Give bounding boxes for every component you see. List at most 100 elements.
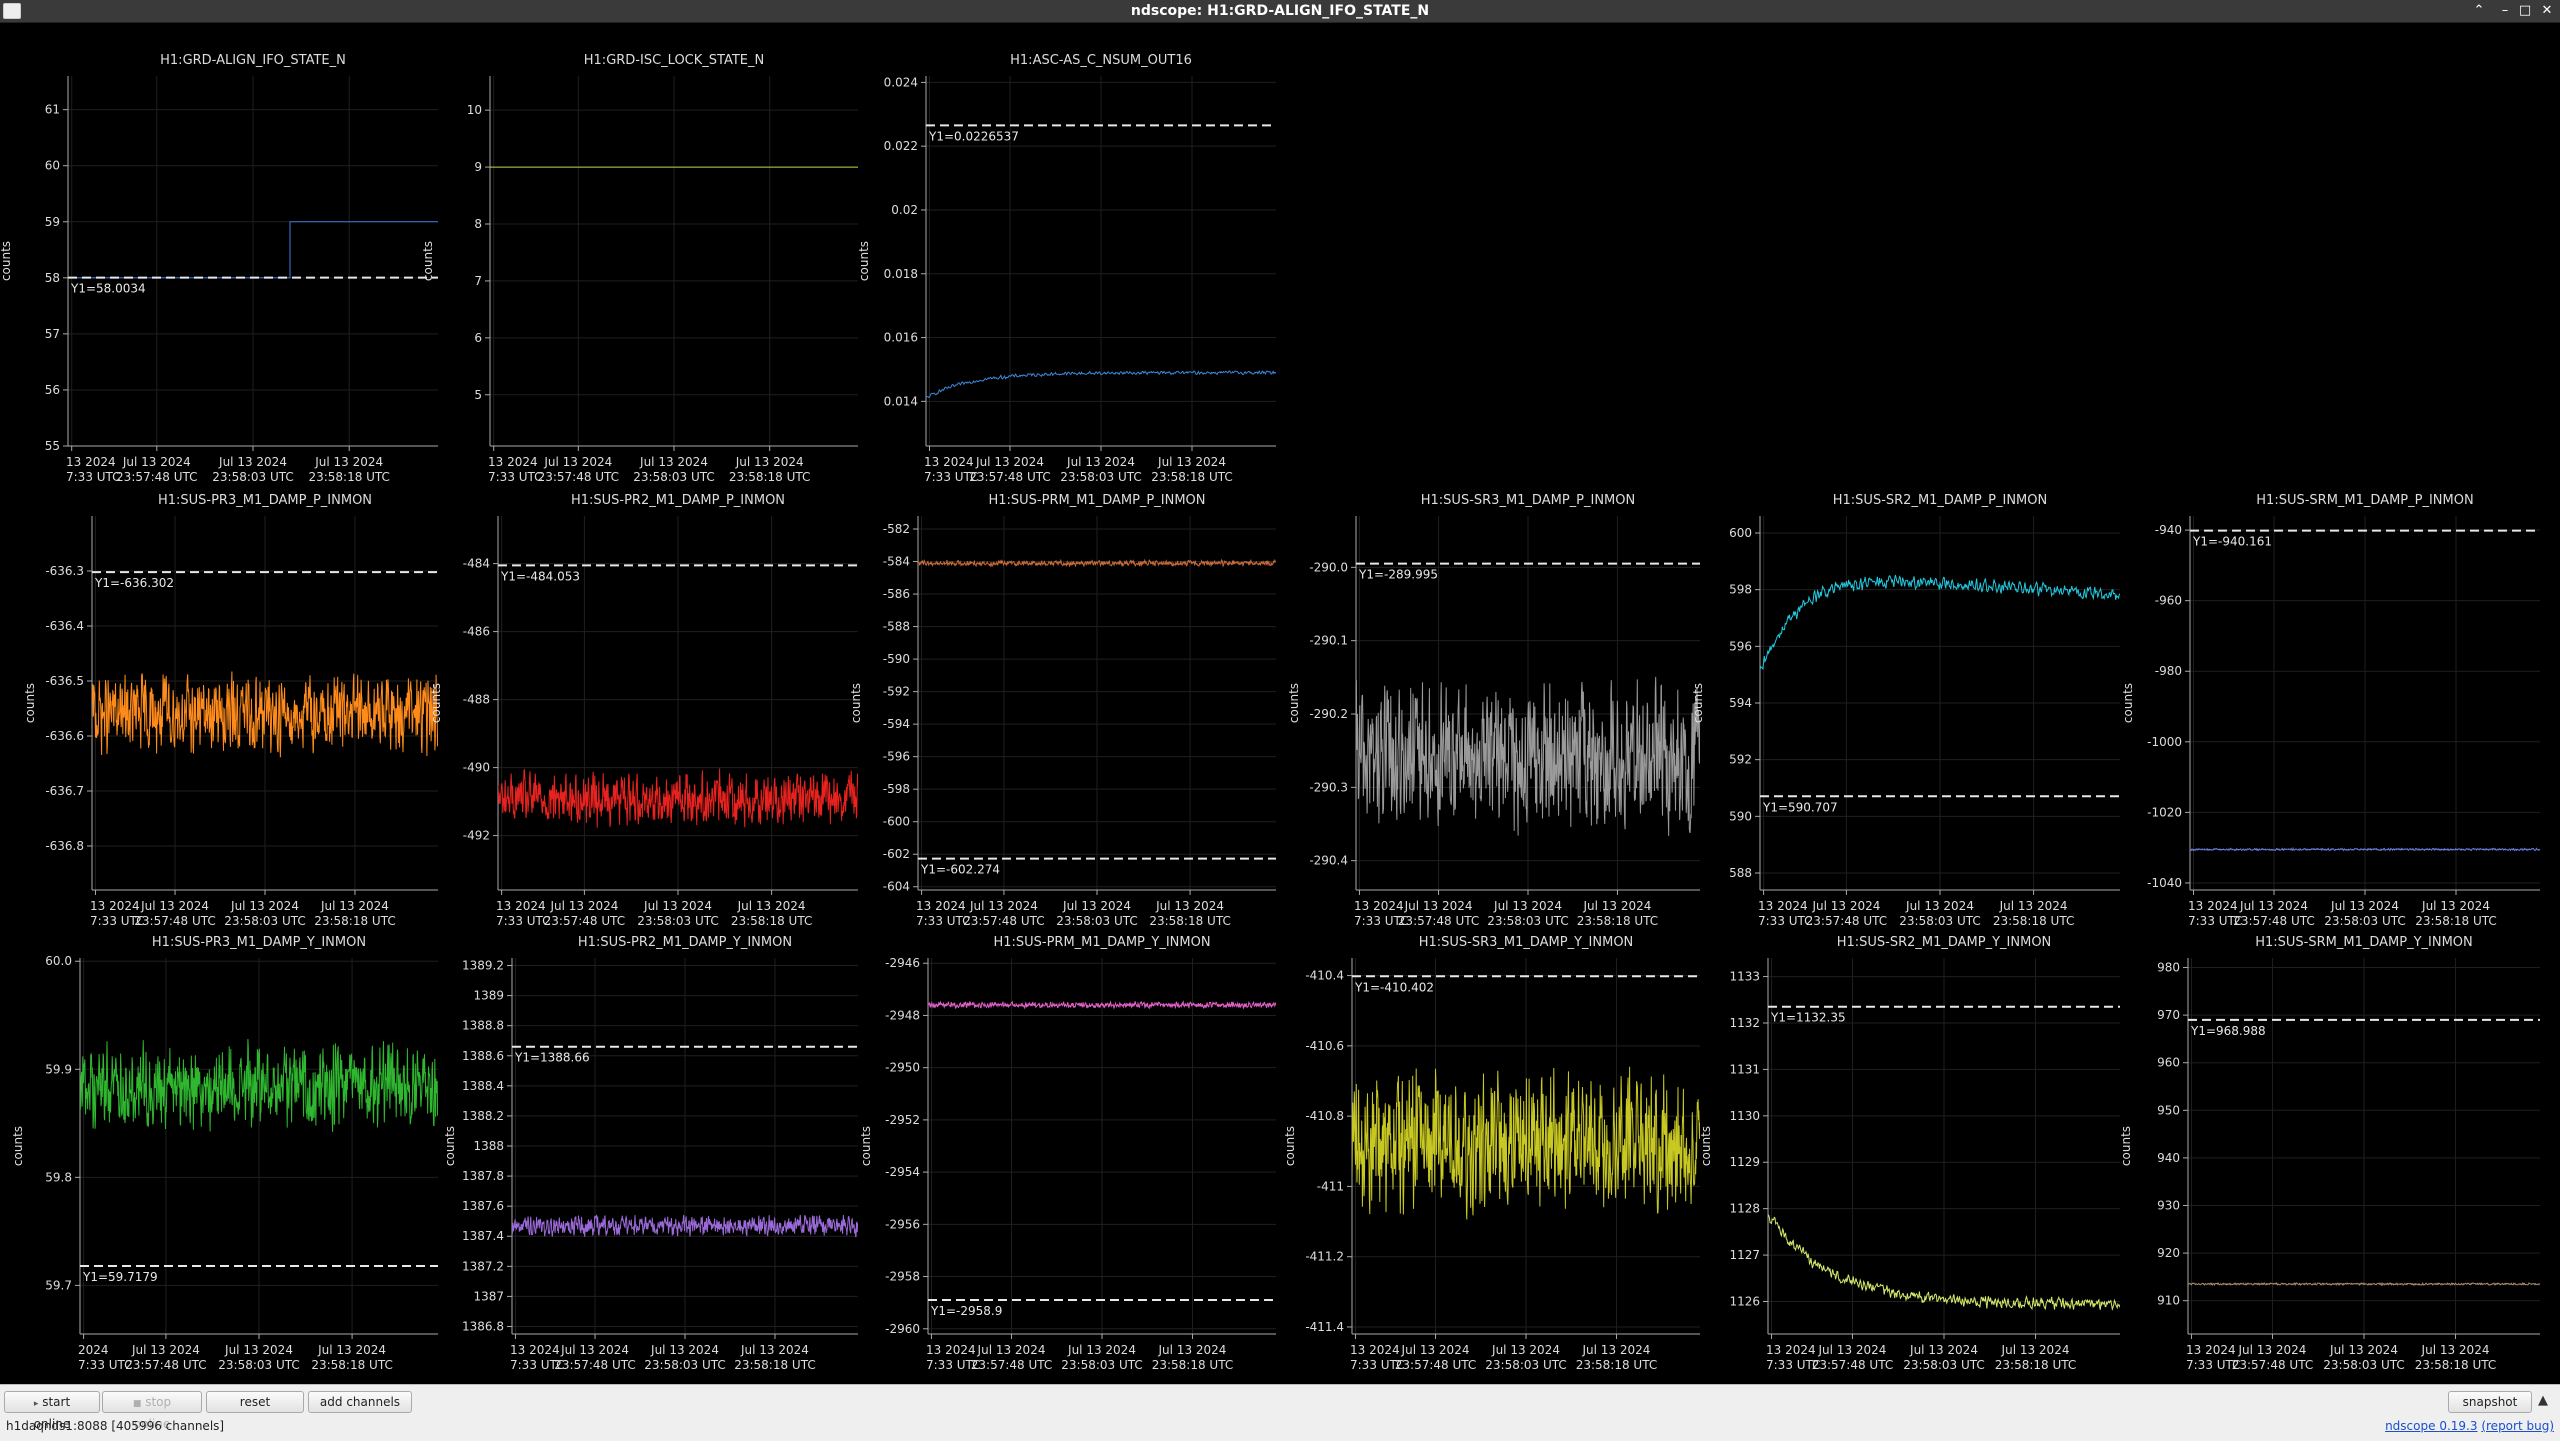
x-tick-label: Jul 13 2024 bbox=[643, 899, 712, 913]
y-tick-label: -602 bbox=[883, 847, 910, 861]
report-bug-link[interactable]: (report bug) bbox=[2481, 1419, 2554, 1433]
x-tick-label-time: 7:33 UTC bbox=[1758, 914, 1813, 928]
plot-13[interactable]: H1:SUS-SR3_M1_DAMP_Y_INMON -411.4 -411.2 -4… bbox=[1283, 935, 1700, 1372]
x-tick-label: 13 2024 bbox=[90, 899, 140, 913]
y-tick-label: 940 bbox=[2157, 1151, 2180, 1165]
plot-2[interactable]: H1:GRD-ISC_LOCK_STATE_N 5 6 7 8 9 10 counts 13 2… bbox=[421, 53, 858, 484]
y-tick-label: -960 bbox=[2155, 594, 2182, 608]
x-tick-label-time: 23:57:48 UTC bbox=[538, 470, 620, 484]
x-tick-label: 2024 bbox=[78, 1343, 109, 1357]
cursor-label: Y1=968.988 bbox=[2190, 1024, 2266, 1038]
x-tick-label-time: 23:58:18 UTC bbox=[1995, 1358, 2077, 1372]
reset-button[interactable]: reset bbox=[206, 1391, 304, 1413]
nds-server: h1daqnds1:8088 bbox=[6, 1419, 108, 1433]
plot-15[interactable]: H1:SUS-SRM_M1_DAMP_Y_INMON 910 920 930 940 95… bbox=[2119, 935, 2540, 1372]
x-tick-label: Jul 13 2024 bbox=[1155, 899, 1224, 913]
y-tick-label: -598 bbox=[883, 782, 910, 796]
plot-title: H1:SUS-PRM_M1_DAMP_Y_INMON bbox=[993, 935, 1210, 950]
y-tick-label: -290.2 bbox=[1309, 707, 1348, 721]
x-tick-label: Jul 13 2024 bbox=[1811, 899, 1880, 913]
y-tick-label: -410.6 bbox=[1305, 1039, 1344, 1053]
y-tick-label: -1040 bbox=[2147, 876, 2182, 890]
plot-4[interactable]: H1:SUS-PR3_M1_DAMP_P_INMON -636.8 -636.7 -6… bbox=[23, 493, 438, 928]
y-tick-label: -590 bbox=[883, 652, 910, 666]
y-tick-label: -290.4 bbox=[1309, 854, 1348, 868]
x-tick-label: Jul 13 2024 bbox=[1157, 455, 1226, 469]
y-tick-label: 1127 bbox=[1729, 1248, 1760, 1262]
app-link[interactable]: ndscope 0.19.3 bbox=[2385, 1419, 2477, 1433]
snapshot-button[interactable]: snapshot bbox=[2448, 1391, 2532, 1413]
x-tick-label-time: 23:58:03 UTC bbox=[2323, 1358, 2405, 1372]
y-tick-label: 59.9 bbox=[45, 1062, 72, 1076]
x-tick-label: Jul 13 2024 bbox=[314, 455, 383, 469]
minimize-icon[interactable]: – bbox=[2496, 2, 2514, 20]
x-tick-label: Jul 13 2024 bbox=[218, 455, 287, 469]
x-tick-label: Jul 13 2024 bbox=[122, 455, 191, 469]
x-tick-label: Jul 13 2024 bbox=[2421, 1343, 2490, 1357]
plot-12[interactable]: H1:SUS-PRM_M1_DAMP_Y_INMON -2960 -2958 -295… bbox=[859, 935, 1276, 1372]
plot-8[interactable]: H1:SUS-SR2_M1_DAMP_P_INMON 588 590 592 594 59… bbox=[1691, 493, 2120, 928]
y-tick-label: -594 bbox=[883, 717, 910, 731]
x-tick-label: 13 2024 bbox=[2188, 899, 2238, 913]
y-tick-label: 60.0 bbox=[45, 954, 72, 968]
y-tick-label: -600 bbox=[883, 815, 910, 829]
plot-10[interactable]: H1:SUS-PR3_M1_DAMP_Y_INMON 59.7 59.8 59.9 60… bbox=[11, 935, 438, 1372]
x-tick-label: Jul 13 2024 bbox=[2239, 899, 2308, 913]
stop-online-button[interactable]: ■ stop online bbox=[102, 1391, 202, 1431]
y-tick-label: 1132 bbox=[1729, 1016, 1760, 1030]
plot-title: H1:SUS-PR2_M1_DAMP_Y_INMON bbox=[578, 935, 792, 950]
close-icon[interactable]: ✕ bbox=[2538, 2, 2556, 20]
plot-9[interactable]: H1:SUS-SRM_M1_DAMP_P_INMON -1040 -1020 -100… bbox=[2121, 493, 2540, 928]
plot-7[interactable]: H1:SUS-SR3_M1_DAMP_P_INMON -290.4 -290.3 -2… bbox=[1287, 493, 1700, 928]
y-tick-label: 1389 bbox=[473, 989, 504, 1003]
cursor-label: Y1=59.7179 bbox=[82, 1270, 158, 1284]
y-tick-label: -1000 bbox=[2147, 735, 2182, 749]
x-tick-label-time: 23:58:03 UTC bbox=[2324, 914, 2406, 928]
x-tick-label: Jul 13 2024 bbox=[1582, 899, 1651, 913]
y-tick-label: 0.016 bbox=[884, 331, 918, 345]
x-tick-label-time: 23:58:18 UTC bbox=[308, 470, 390, 484]
y-tick-label: -588 bbox=[883, 620, 910, 634]
y-axis-label: counts bbox=[23, 683, 37, 723]
y-tick-label: -2954 bbox=[885, 1165, 920, 1179]
plots-canvas[interactable]: H1:GRD-ALIGN_IFO_STATE_N55565758596061co… bbox=[0, 24, 2560, 1384]
plot-1[interactable]: H1:GRD-ALIGN_IFO_STATE_N 55 56 57 58 59 60 61 co… bbox=[0, 53, 438, 484]
x-tick-label: Jul 13 2024 bbox=[737, 899, 806, 913]
x-tick-label-time: 23:58:18 UTC bbox=[729, 470, 811, 484]
x-tick-label: 13 2024 bbox=[488, 455, 538, 469]
x-tick-label: 13 2024 bbox=[2186, 1343, 2236, 1357]
cursor-label: Y1=-940.161 bbox=[2192, 535, 2272, 549]
x-tick-label: Jul 13 2024 bbox=[650, 1343, 719, 1357]
plot-6[interactable]: H1:SUS-PRM_M1_DAMP_P_INMON -604 -602 -600 -5… bbox=[849, 493, 1276, 928]
cursor-label: Y1=1388.66 bbox=[514, 1051, 590, 1065]
x-tick-label: Jul 13 2024 bbox=[317, 1343, 386, 1357]
x-tick-label-time: 23:58:18 UTC bbox=[1149, 914, 1231, 928]
x-tick-label: Jul 13 2024 bbox=[639, 455, 708, 469]
y-tick-label: 10 bbox=[467, 103, 482, 117]
collapse-icon[interactable]: ▲ bbox=[2538, 1393, 2548, 1408]
x-tick-label-time: 23:58:18 UTC bbox=[1576, 1358, 1658, 1372]
y-tick-label: -490 bbox=[463, 761, 490, 775]
y-axis-label: counts bbox=[1691, 683, 1705, 723]
x-tick-label: Jul 13 2024 bbox=[2238, 1343, 2307, 1357]
y-tick-label: 8 bbox=[474, 217, 482, 231]
plot-5[interactable]: H1:SUS-PR2_M1_DAMP_P_INMON -492 -490 -488 -4… bbox=[429, 493, 858, 928]
y-tick-label: 980 bbox=[2157, 961, 2180, 975]
maximize-icon[interactable]: □ bbox=[2516, 2, 2534, 20]
plot-14[interactable]: H1:SUS-SR2_M1_DAMP_Y_INMON 1126 1127 1128 11… bbox=[1699, 935, 2120, 1372]
plot-title: H1:SUS-SRM_M1_DAMP_Y_INMON bbox=[2255, 935, 2473, 950]
start-online-button[interactable]: ▸ start online bbox=[4, 1391, 100, 1431]
plot-11[interactable]: H1:SUS-PR2_M1_DAMP_Y_INMON 1386.8 1387 1387… bbox=[443, 935, 858, 1372]
add-channels-button[interactable]: add channels bbox=[308, 1391, 412, 1413]
status-connection: h1daqnds1:8088 [405996 channels] bbox=[6, 1419, 224, 1433]
x-tick-label-time: 23:58:03 UTC bbox=[1061, 1358, 1143, 1372]
plot-3[interactable]: H1:ASC-AS_C_NSUM_OUT16 0.014 0.016 0.018 0.0… bbox=[857, 53, 1276, 484]
x-tick-label: Jul 13 2024 bbox=[1491, 1343, 1560, 1357]
plot-title: H1:SUS-PR3_M1_DAMP_Y_INMON bbox=[152, 935, 366, 950]
chevron-up-icon[interactable]: ⌃ bbox=[2470, 2, 2488, 20]
x-tick-label-time: 23:58:03 UTC bbox=[224, 914, 306, 928]
plot-title: H1:GRD-ALIGN_IFO_STATE_N bbox=[160, 53, 346, 68]
x-tick-label: Jul 13 2024 bbox=[1582, 1343, 1651, 1357]
y-tick-label: -2950 bbox=[885, 1061, 920, 1075]
y-axis-label: counts bbox=[421, 241, 435, 281]
